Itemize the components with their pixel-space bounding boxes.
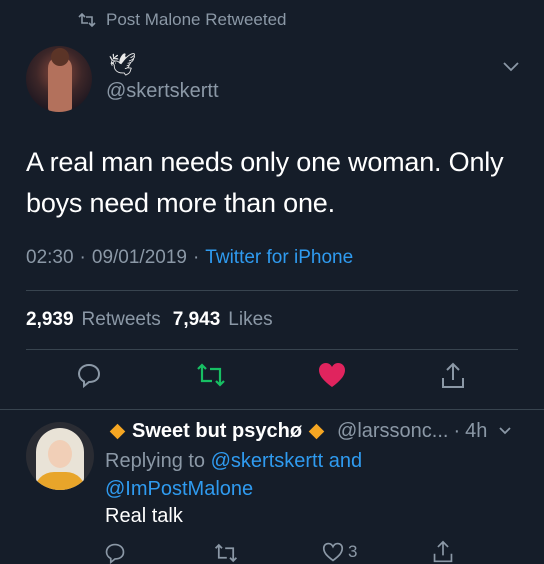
retweet-small-icon — [78, 13, 96, 27]
reply-avatar[interactable] — [26, 422, 94, 490]
meta-dot: · — [453, 419, 461, 442]
divider — [0, 409, 544, 410]
retweet-icon[interactable] — [214, 542, 238, 564]
reply-author-handle[interactable]: @larssonc... — [337, 420, 448, 443]
meta-dot: · — [192, 247, 200, 268]
likes-label[interactable]: Likes — [228, 309, 272, 331]
likes-count[interactable]: 7,943 — [173, 309, 221, 331]
retweeted-label[interactable]: Post Malone Retweeted — [106, 10, 287, 30]
reply-icon[interactable] — [104, 542, 126, 564]
tweet-time: 02:30 — [26, 247, 74, 268]
retweet-icon[interactable] — [196, 362, 226, 388]
reply-text: Real talk — [105, 505, 183, 527]
tweet-text: A real man needs only one woman. Only bo… — [26, 147, 504, 218]
meta-dot: · — [79, 247, 86, 268]
author-display-name[interactable]: 🕊 — [108, 52, 136, 78]
tweet-source-link[interactable]: Twitter for iPhone — [205, 247, 353, 269]
author-avatar[interactable] — [26, 46, 92, 112]
retweets-label[interactable]: Retweets — [82, 309, 161, 331]
author-handle[interactable]: @skertskertt — [106, 80, 219, 103]
reply-time: 4h — [465, 419, 488, 442]
replying-to-line: Replying to @skertskertt and @ImPostMalo… — [105, 447, 505, 503]
share-icon[interactable] — [440, 362, 466, 390]
replying-prefix: Replying to — [105, 450, 206, 472]
reply-likes-count: 3 — [348, 542, 358, 561]
diamond-badge-icon — [109, 423, 126, 439]
reply-icon[interactable] — [76, 362, 102, 388]
heart-icon[interactable] — [318, 362, 346, 388]
retweets-count[interactable]: 2,939 — [26, 309, 74, 331]
chevron-down-icon[interactable] — [498, 426, 512, 436]
reply-actions: 3 — [0, 540, 544, 564]
reply-header: Sweet but psychø @larssonc... · 4h — [108, 418, 512, 444]
tweet-meta: 02:30 · 09/01/2019 · Twitter for iPhone — [26, 247, 353, 269]
tweet-date: 09/01/2019 — [91, 247, 187, 268]
replying-and: and — [328, 450, 363, 472]
tweet-actions — [0, 362, 544, 396]
reply-author-name[interactable]: Sweet but psychø — [132, 420, 302, 443]
heart-outline-icon — [322, 542, 344, 562]
replying-mention-1[interactable]: @skertskertt — [211, 450, 324, 472]
like-button[interactable]: 3 — [322, 542, 357, 562]
chevron-down-icon[interactable] — [502, 61, 520, 73]
diamond-badge-icon — [308, 423, 325, 439]
replying-mention-2[interactable]: @ImPostMalone — [105, 478, 253, 500]
tweet-stats: 2,939 Retweets 7,943 Likes — [26, 309, 273, 331]
divider — [26, 290, 518, 291]
divider — [26, 349, 518, 350]
retweeted-header: Post Malone Retweeted — [78, 8, 287, 32]
share-icon[interactable] — [432, 540, 454, 564]
